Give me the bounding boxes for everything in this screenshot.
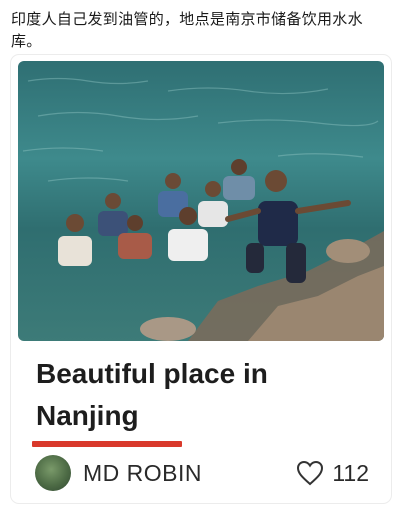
- avatar[interactable]: [35, 455, 71, 491]
- lake-scene-image: [22, 77, 384, 341]
- author-row: MD ROBIN 112: [33, 455, 373, 491]
- title-underline: [32, 441, 182, 447]
- post-caption: 印度人自己发到油管的，地点是南京市储备饮用水水库。: [11, 10, 363, 50]
- like-count: 112: [332, 459, 369, 486]
- like-button[interactable]: 112: [296, 455, 369, 491]
- post-card[interactable]: Beautiful place in Nanjing MD ROBIN 112: [11, 55, 391, 503]
- author-name[interactable]: MD ROBIN: [83, 457, 202, 489]
- post-photo[interactable]: [18, 61, 384, 341]
- heart-icon: [297, 460, 324, 486]
- post-title[interactable]: Beautiful place in Nanjing: [36, 353, 366, 437]
